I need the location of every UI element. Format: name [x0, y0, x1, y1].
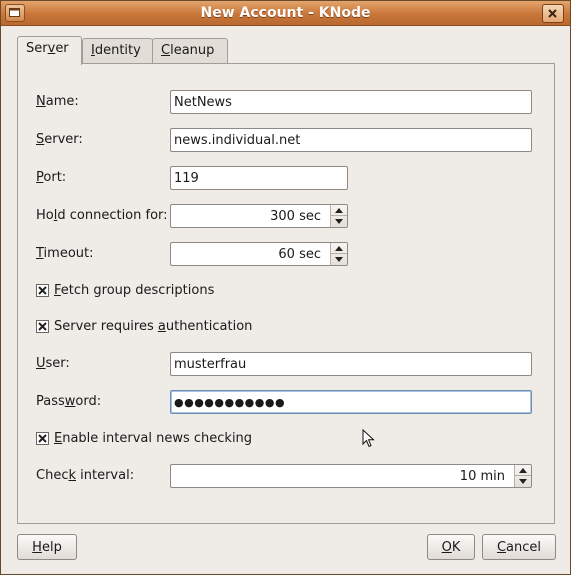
spin-down-icon [335, 219, 343, 224]
cancel-button[interactable]: Cancel [482, 534, 556, 560]
spin-buttons [330, 243, 347, 265]
server-label: Server: [36, 132, 83, 147]
check-interval-spinbox[interactable]: 10 min [170, 464, 532, 488]
spin-down-button[interactable] [515, 476, 531, 487]
timeout-value: 60 sec [278, 247, 321, 262]
tab-cleanup[interactable]: Cleanup [152, 38, 228, 63]
mouse-cursor-icon [362, 429, 375, 448]
tab-server[interactable]: Server [17, 36, 82, 65]
check-icon [38, 286, 47, 295]
user-input[interactable]: musterfrau [170, 352, 532, 376]
check-interval-value: 10 min [459, 469, 505, 484]
check-icon [38, 322, 47, 331]
name-label: Name: [36, 94, 79, 109]
server-input[interactable]: news.individual.net [170, 128, 532, 152]
title-bar[interactable]: New Account - KNode [1, 1, 570, 26]
tab-label: Identity [91, 43, 141, 58]
name-input[interactable]: NetNews [170, 90, 532, 114]
tab-identity[interactable]: Identity [82, 38, 153, 63]
spin-up-button[interactable] [331, 205, 347, 216]
spin-down-icon [335, 257, 343, 262]
check-icon [38, 434, 47, 443]
fetch-descriptions-checkbox[interactable] [36, 284, 49, 297]
spin-up-icon [335, 208, 343, 213]
port-input[interactable]: 119 [170, 166, 348, 190]
tab-label: Cleanup [161, 43, 215, 58]
spin-up-button[interactable] [331, 243, 347, 254]
requires-auth-label[interactable]: Server requires authentication [54, 319, 252, 334]
fetch-descriptions-label[interactable]: Fetch group descriptions [54, 283, 214, 298]
spin-down-icon [519, 479, 527, 484]
timeout-spinbox[interactable]: 60 sec [170, 242, 348, 266]
hold-connection-spinbox[interactable]: 300 sec [170, 204, 348, 228]
hold-connection-label: Hold connection for: [36, 208, 168, 223]
ok-button[interactable]: OK [427, 534, 475, 560]
close-button[interactable] [542, 4, 564, 23]
user-label: User: [36, 356, 70, 371]
password-label: Password: [36, 394, 102, 409]
spin-down-button[interactable] [331, 254, 347, 265]
spin-buttons [514, 465, 531, 487]
requires-auth-checkbox[interactable] [36, 320, 49, 333]
spin-up-icon [335, 246, 343, 251]
interval-checking-label[interactable]: Enable interval news checking [54, 431, 252, 446]
check-interval-label: Check interval: [36, 468, 135, 483]
port-label: Port: [36, 170, 67, 185]
close-icon [548, 9, 557, 18]
password-input[interactable]: ●●●●●●●●●●● [170, 390, 532, 414]
timeout-label: Timeout: [36, 246, 94, 261]
spin-up-button[interactable] [515, 465, 531, 476]
hold-connection-value: 300 sec [270, 209, 321, 224]
spin-buttons [330, 205, 347, 227]
window-title: New Account - KNode [200, 5, 371, 21]
spin-up-icon [519, 468, 527, 473]
dialog-window: New Account - KNode Server Identity Clea… [0, 0, 571, 575]
help-button[interactable]: Help [17, 534, 77, 560]
interval-checking-checkbox[interactable] [36, 432, 49, 445]
tab-label: Server [26, 41, 69, 56]
spin-down-button[interactable] [331, 216, 347, 227]
